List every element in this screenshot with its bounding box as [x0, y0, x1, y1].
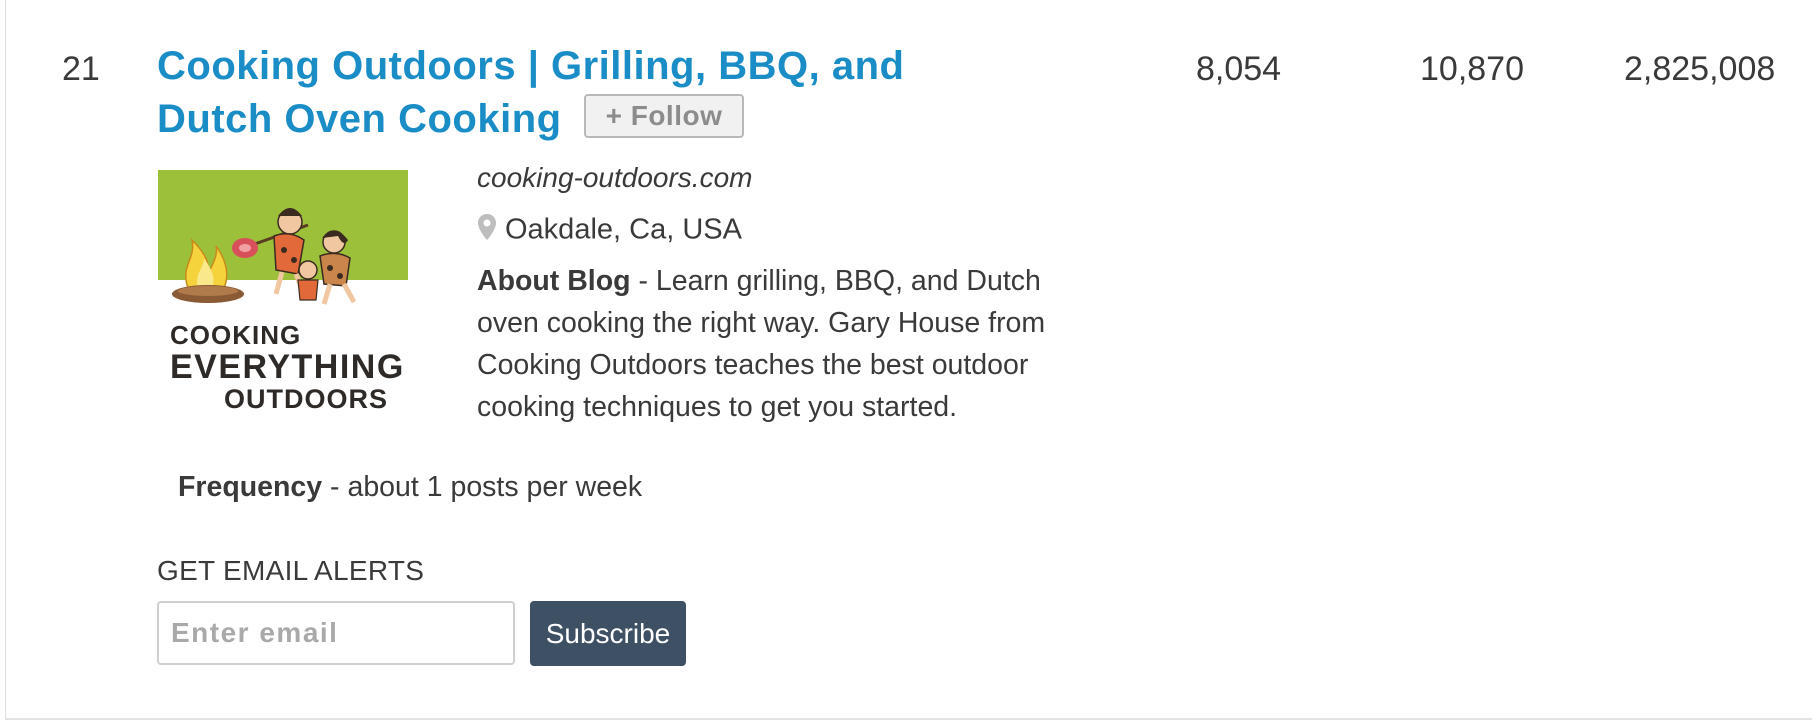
- frequency-text: - about 1 posts per week: [322, 471, 643, 503]
- about-blog: About Blog - Learn grilling, BBQ, and Du…: [477, 260, 1057, 428]
- blog-title-block: Cooking Outdoors | Grilling, BBQ, and Du…: [157, 40, 997, 146]
- panel-left-border: [5, 0, 6, 720]
- rank-number: 21: [62, 50, 100, 88]
- about-label: About Blog: [477, 265, 631, 297]
- email-alerts-label: GET EMAIL ALERTS: [157, 555, 425, 586]
- frequency-label: Frequency: [178, 471, 323, 503]
- map-pin-icon: [477, 213, 497, 249]
- row-divider: [5, 718, 1812, 720]
- blog-title-link[interactable]: Cooking Outdoors | Grilling, BBQ, and Du…: [157, 44, 904, 141]
- stat-value: 2,825,008: [1624, 50, 1776, 88]
- location-text: Oakdale, Ca, USA: [505, 213, 742, 246]
- follow-button[interactable]: + Follow: [583, 94, 745, 139]
- subscribe-button[interactable]: Subscribe: [530, 601, 686, 666]
- post-frequency: Frequency - about 1 posts per week: [178, 471, 642, 504]
- email-input[interactable]: [157, 601, 515, 665]
- blog-domain-link[interactable]: cooking-outdoors.com: [477, 162, 752, 194]
- blog-location: Oakdale, Ca, USA: [477, 213, 742, 249]
- blog-logo[interactable]: COOKING EVERYTHING OUTDOORS: [158, 170, 408, 420]
- stat-value: 8,054: [1196, 50, 1282, 88]
- logo-text-line: EVERYTHING: [170, 348, 405, 386]
- logo-text-line: COOKING: [170, 320, 302, 350]
- campfire-cavemen-illustration: [158, 208, 408, 320]
- stat-value: 10,870: [1420, 50, 1524, 88]
- logo-text-line: OUTDOORS: [224, 384, 389, 414]
